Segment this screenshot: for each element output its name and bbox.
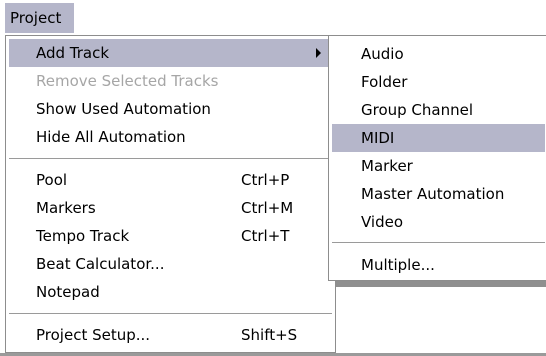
menu-item-tempo-track[interactable]: Tempo Track Ctrl+T	[9, 222, 332, 250]
submenu-item-marker[interactable]: Marker	[332, 152, 545, 180]
submenu-item-folder[interactable]: Folder	[332, 68, 545, 96]
menu-bar: Project	[0, 0, 546, 35]
submenu-item-label: Multiple...	[361, 256, 435, 274]
submenu-item-label: Audio	[361, 45, 404, 63]
submenu-item-label: Video	[361, 213, 404, 231]
menu-item-label: Pool	[36, 171, 68, 189]
menu-item-markers[interactable]: Markers Ctrl+M	[9, 194, 332, 222]
submenu-item-midi[interactable]: MIDI	[332, 124, 545, 152]
menu-item-label: Markers	[36, 199, 96, 217]
background-area	[336, 287, 546, 356]
submenu-item-label: Folder	[361, 73, 408, 91]
submenu-item-label: Group Channel	[361, 101, 474, 119]
menu-item-label: Show Used Automation	[36, 100, 211, 118]
project-menu: Add Track Remove Selected Tracks Show Us…	[5, 35, 336, 353]
menu-item-label: Remove Selected Tracks	[36, 72, 219, 90]
menu-item-shortcut: Ctrl+P	[241, 171, 290, 189]
submenu-item-video[interactable]: Video	[332, 208, 545, 236]
menu-item-notepad[interactable]: Notepad	[9, 278, 332, 306]
menu-item-shortcut: Ctrl+M	[241, 199, 294, 217]
menu-item-label: Project Setup...	[36, 326, 151, 344]
submenu-item-label: Master Automation	[361, 185, 505, 203]
menu-item-label: Beat Calculator...	[36, 255, 165, 273]
menu-item-label: Hide All Automation	[36, 128, 186, 146]
menu-item-project-setup[interactable]: Project Setup... Shift+S	[9, 321, 332, 349]
menu-item-shortcut: Shift+S	[241, 326, 298, 344]
menu-item-shortcut: Ctrl+T	[241, 227, 290, 245]
menu-item-pool[interactable]: Pool Ctrl+P	[9, 166, 332, 194]
menu-separator	[9, 158, 332, 159]
menu-item-show-used-automation[interactable]: Show Used Automation	[9, 95, 332, 123]
menu-item-label: Tempo Track	[36, 227, 130, 245]
submenu-item-master-automation[interactable]: Master Automation	[332, 180, 545, 208]
menu-item-hide-all-automation[interactable]: Hide All Automation	[9, 123, 332, 151]
submenu-separator	[332, 242, 545, 243]
menu-item-remove-selected-tracks[interactable]: Remove Selected Tracks	[9, 67, 332, 95]
menu-separator	[9, 313, 332, 314]
submenu-item-label: Marker	[361, 157, 413, 175]
menu-item-beat-calculator[interactable]: Beat Calculator...	[9, 250, 332, 278]
menu-item-add-track[interactable]: Add Track	[9, 39, 332, 67]
submenu-item-group-channel[interactable]: Group Channel	[332, 96, 545, 124]
menu-item-label: Add Track	[36, 44, 110, 62]
menu-item-label: Notepad	[36, 283, 100, 301]
submenu-item-label: MIDI	[361, 129, 395, 147]
chevron-right-icon	[316, 48, 321, 58]
submenu-item-audio[interactable]: Audio	[332, 40, 545, 68]
menu-project[interactable]: Project	[5, 3, 74, 33]
submenu-item-multiple[interactable]: Multiple...	[332, 251, 545, 279]
add-track-submenu: Audio Folder Group Channel MIDI Marker M…	[328, 35, 546, 281]
